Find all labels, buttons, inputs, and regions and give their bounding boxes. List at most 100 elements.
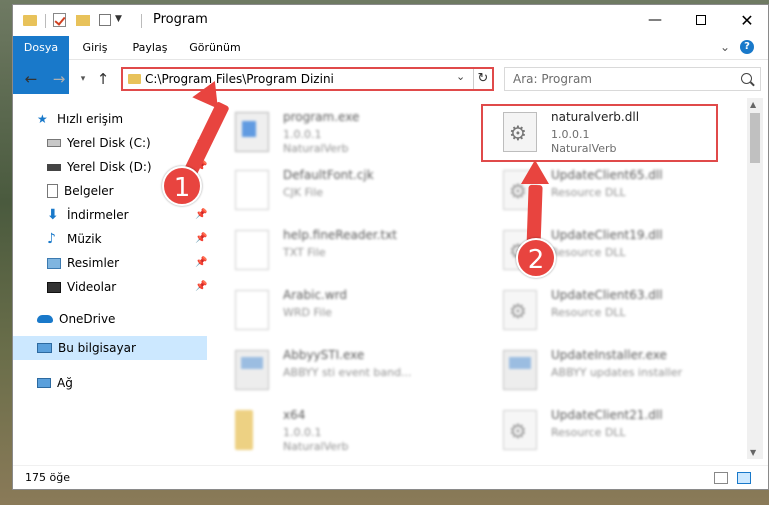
sidebar-item-label: OneDrive	[59, 312, 116, 326]
sidebar-item-label: Hızlı erişim	[57, 112, 124, 126]
minimize-button[interactable]: —	[632, 5, 678, 35]
address-dropdown-icon[interactable]: ⌄	[456, 70, 465, 83]
file-item[interactable]: x64 1.0.0.1 NaturalVerb	[213, 404, 453, 462]
pictures-icon	[47, 257, 61, 269]
file-name: Arabic.wrd	[283, 288, 348, 302]
pin-icon[interactable]: 📌	[195, 257, 207, 268]
file-name: x64	[283, 408, 306, 422]
sidebar-item-label: İndirmeler	[67, 208, 129, 222]
sidebar-item-local-disk-d[interactable]: Yerel Disk (D:)	[47, 156, 152, 178]
sidebar-item-this-pc[interactable]: Bu bilgisayar	[37, 337, 136, 359]
file-list: program.exe 1.0.0.1 NaturalVerb naturalv…	[213, 98, 747, 459]
sidebar-item-documents[interactable]: Belgeler	[47, 180, 114, 202]
navigation-bar: ← → ▾ ↑ C:\Program Files\Program Dizini …	[13, 63, 768, 95]
app-icon	[503, 350, 537, 390]
file-type: Resource DLL	[551, 186, 626, 199]
file-company: NaturalVerb	[283, 142, 349, 155]
sidebar-item-quick-access[interactable]: ★ Hızlı erişim	[37, 108, 123, 130]
search-placeholder[interactable]: Ara: Program	[513, 72, 592, 86]
sidebar-item-label: Videolar	[67, 280, 117, 294]
file-name: DefaultFont.cjk	[283, 168, 374, 182]
file-type: WRD File	[283, 306, 332, 319]
address-bar[interactable]: C:\Program Files\Program Dizini ⌄ ↻	[121, 67, 494, 91]
help-icon[interactable]: ?	[740, 40, 754, 54]
file-description: ABBYY sti event band...	[283, 366, 412, 379]
sidebar-item-downloads[interactable]: ⬇ İndirmeler	[47, 204, 129, 226]
file-name: help.fineReader.txt	[283, 228, 397, 242]
new-folder-icon[interactable]	[76, 15, 90, 26]
sidebar-item-label: Resimler	[67, 256, 120, 270]
maximize-icon	[696, 15, 706, 25]
file-item[interactable]: help.fineReader.txt TXT File	[213, 224, 453, 282]
scroll-thumb[interactable]	[750, 113, 760, 163]
details-view-icon[interactable]	[714, 472, 728, 484]
tab-share[interactable]: Paylaş	[125, 36, 175, 60]
view-properties-icon[interactable]	[99, 14, 111, 26]
item-count: 175 öğe	[25, 471, 70, 484]
file-item[interactable]: DefaultFont.cjk CJK File	[213, 164, 453, 222]
back-arrow-icon[interactable]: ←	[21, 68, 41, 90]
music-icon: ♪	[47, 231, 56, 247]
window-title: Program	[153, 12, 208, 27]
large-icons-view-icon[interactable]	[737, 472, 751, 484]
file-item[interactable]: UpdateClient63.dll Resource DLL	[481, 284, 721, 342]
sidebar-item-local-disk-c[interactable]: Yerel Disk (C:)	[47, 132, 151, 154]
file-item[interactable]: Arabic.wrd WRD File	[213, 284, 453, 342]
status-bar: 175 öğe	[13, 465, 768, 489]
search-icon[interactable]	[741, 73, 752, 84]
pin-icon[interactable]: 📌	[195, 281, 207, 292]
gear-icon	[503, 290, 537, 330]
properties-check-icon[interactable]	[53, 13, 66, 27]
sidebar-item-music[interactable]: ♪ Müzik	[47, 228, 102, 250]
recent-locations-icon[interactable]: ▾	[73, 68, 93, 90]
sidebar-item-onedrive[interactable]: OneDrive	[37, 308, 115, 330]
tab-home[interactable]: Giriş	[75, 36, 115, 60]
search-box[interactable]: Ara: Program	[504, 67, 761, 91]
file-type: CJK File	[283, 186, 324, 199]
video-icon	[47, 281, 61, 293]
separator	[141, 14, 142, 28]
up-arrow-icon[interactable]: ↑	[93, 68, 113, 90]
file-item[interactable]: UpdateClient21.dll Resource DLL	[481, 404, 721, 462]
file-name: UpdateClient65.dll	[551, 168, 663, 182]
app-icon	[235, 350, 269, 390]
vertical-scrollbar[interactable]: ▲ ▼	[747, 98, 763, 459]
folder-icon	[235, 410, 253, 450]
page-icon	[235, 170, 269, 210]
pin-icon[interactable]: 📌	[195, 233, 207, 244]
file-name: program.exe	[283, 110, 360, 124]
file-item[interactable]: UpdateInstaller.exe ABBYY updates instal…	[481, 344, 721, 402]
sidebar-item-network[interactable]: Ağ	[37, 372, 73, 394]
file-item-program-exe[interactable]: program.exe 1.0.0.1 NaturalVerb	[213, 106, 453, 164]
exe-icon	[235, 112, 269, 152]
sidebar-item-pictures[interactable]: Resimler	[47, 252, 119, 274]
file-item[interactable]: UpdateClient65.dll Resource DLL	[481, 164, 721, 222]
scroll-down-icon[interactable]: ▼	[750, 448, 756, 457]
sidebar-item-videos[interactable]: Videolar	[47, 276, 116, 298]
file-type: Resource DLL	[551, 246, 626, 259]
sidebar-item-label: Müzik	[67, 232, 102, 246]
file-item[interactable]: AbbyySTI.exe ABBYY sti event band...	[213, 344, 453, 402]
forward-arrow-icon[interactable]: →	[49, 68, 69, 90]
disk-icon	[47, 163, 61, 171]
explorer-window: ▼ Program — ✕ Dosya Giriş Paylaş Görünüm…	[12, 4, 769, 490]
close-button[interactable]: ✕	[724, 5, 768, 35]
refresh-icon[interactable]: ↻	[473, 69, 492, 89]
customize-quick-access-icon[interactable]: ▼	[115, 14, 122, 24]
address-path[interactable]: C:\Program Files\Program Dizini	[145, 71, 334, 87]
maximize-button[interactable]	[678, 5, 724, 35]
scroll-up-icon[interactable]: ▲	[750, 100, 756, 109]
expand-ribbon-icon[interactable]: ⌄	[720, 40, 730, 54]
folder-icon[interactable]	[23, 15, 37, 26]
network-icon	[37, 378, 51, 388]
star-icon: ★	[37, 112, 48, 126]
file-name: UpdateClient63.dll	[551, 288, 663, 302]
pin-icon[interactable]: 📌	[195, 209, 207, 220]
sidebar-item-label: Belgeler	[64, 184, 114, 198]
annotation-arrowhead-2	[521, 160, 549, 184]
tab-view[interactable]: Görünüm	[185, 36, 245, 60]
disk-icon	[47, 139, 61, 147]
document-icon	[47, 184, 58, 198]
naturalverb-highlight-box	[481, 104, 718, 162]
page-icon	[235, 230, 269, 270]
